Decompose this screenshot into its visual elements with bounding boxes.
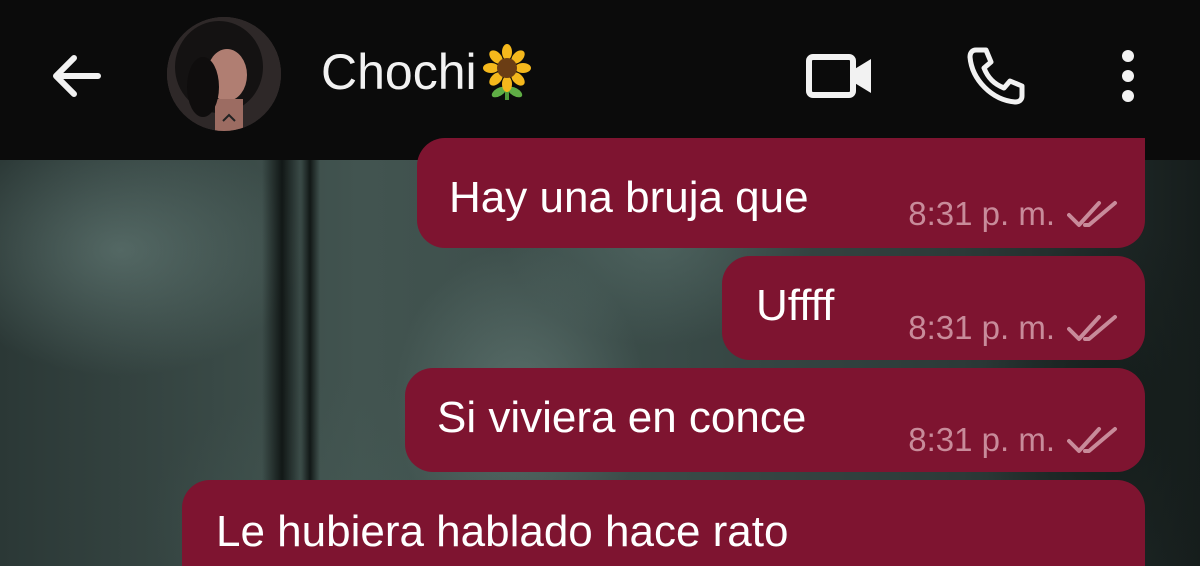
outgoing-message[interactable]: Uffff 8:31 p. m.: [722, 256, 1145, 360]
message-text: Hay una bruja que: [449, 173, 809, 222]
message-text: Si viviera en conce: [437, 393, 807, 442]
double-check-icon: [1067, 315, 1117, 341]
back-button[interactable]: [40, 40, 112, 112]
message-text: Uffff: [756, 281, 835, 330]
video-call-button[interactable]: [800, 40, 880, 112]
phone-icon: [967, 47, 1025, 105]
more-options-button[interactable]: [1098, 40, 1158, 112]
double-check-icon: [1067, 201, 1117, 227]
arrow-left-icon: [53, 55, 101, 97]
message-time: 8:31 p. m.: [908, 421, 1055, 458]
double-check-icon: [1067, 427, 1117, 453]
more-vertical-icon: [1122, 50, 1134, 102]
message-time: 8:31 p. m.: [908, 309, 1055, 346]
outgoing-message[interactable]: Si viviera en conce 8:31 p. m.: [405, 368, 1145, 472]
message-meta: 8:31 p. m.: [908, 194, 1119, 234]
contact-avatar[interactable]: [167, 17, 281, 131]
sunflower-emoji: [482, 44, 531, 100]
voice-call-button[interactable]: [958, 38, 1034, 114]
contact-name-text: Chochi: [321, 44, 477, 100]
message-meta: 8:31 p. m.: [908, 420, 1119, 460]
chat-header: Chochi: [0, 0, 1200, 160]
contact-name[interactable]: Chochi: [321, 42, 535, 102]
video-camera-icon: [806, 54, 871, 98]
outgoing-message[interactable]: Hay una bruja que 8:31 p. m.: [417, 138, 1145, 248]
message-text: Le hubiera hablado hace rato: [216, 507, 789, 556]
avatar-photo: [167, 17, 281, 131]
message-time: 8:31 p. m.: [908, 195, 1055, 232]
message-meta: 8:31 p. m.: [908, 308, 1119, 348]
outgoing-message[interactable]: Le hubiera hablado hace rato: [182, 480, 1145, 566]
